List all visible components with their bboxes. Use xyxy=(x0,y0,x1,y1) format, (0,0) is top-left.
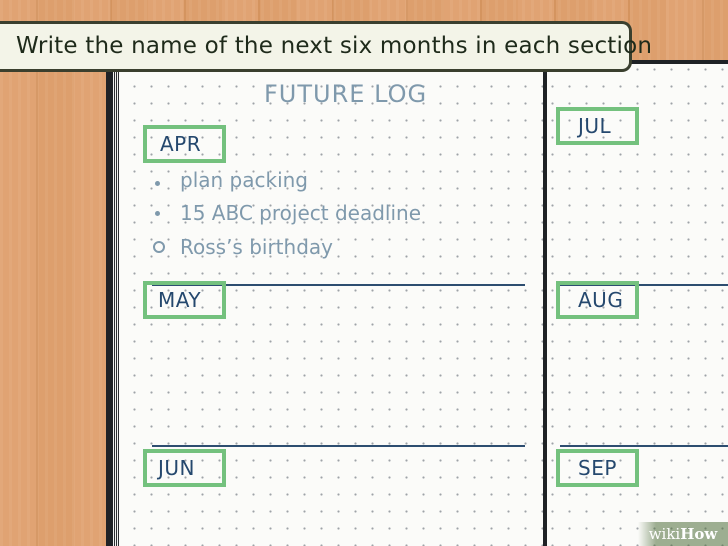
future-log-title: FUTURE LOG xyxy=(264,80,428,108)
month-label-aug: AUG xyxy=(578,288,624,312)
instruction-text: Write the name of the next six months in… xyxy=(16,33,653,59)
wikihow-logo: wikiHow xyxy=(638,522,728,546)
task-bullet xyxy=(155,211,160,216)
event-bullet xyxy=(153,241,165,253)
section-divider-sep xyxy=(560,445,728,447)
month-label-jun: JUN xyxy=(158,456,195,480)
month-label-may: MAY xyxy=(158,288,202,312)
month-label-apr: APR xyxy=(160,132,202,156)
wikihow-logo-light: wiki xyxy=(648,525,681,543)
month-label-sep: SEP xyxy=(578,456,617,480)
entry-project-deadline: 15 ABC project deadline xyxy=(180,201,421,225)
instruction-banner: Write the name of the next six months in… xyxy=(0,21,652,72)
section-divider-jun xyxy=(152,445,525,447)
month-label-jul: JUL xyxy=(578,114,612,138)
entry-birthday: Ross’s birthday xyxy=(180,235,333,259)
entry-plan-packing: plan packing xyxy=(180,168,308,192)
task-bullet xyxy=(155,181,160,186)
wikihow-logo-bold: How xyxy=(680,525,718,543)
